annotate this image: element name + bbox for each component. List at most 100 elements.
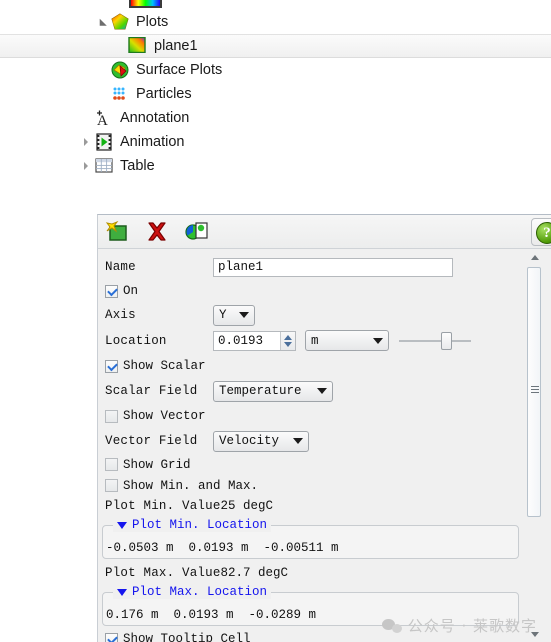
vector-field-select[interactable]: Velocity	[213, 430, 309, 452]
show-min-max-row: Show Min. and Max.	[98, 475, 525, 496]
axis-label: Axis	[105, 308, 136, 322]
tree-item-animation[interactable]: Animation	[0, 130, 551, 154]
plot-max-value-row: Plot Max. Value 82.7 degC	[98, 563, 525, 582]
plot-min-value: 25 degC	[220, 498, 274, 513]
plot-min-location-group: Plot Min. Location -0.0503 m 0.0193 m -0…	[102, 518, 519, 559]
scroll-down-icon[interactable]	[526, 627, 543, 642]
on-checkbox[interactable]	[105, 284, 118, 298]
location-stepper[interactable]: 0.0193	[213, 330, 296, 351]
triangle-down-icon	[117, 521, 127, 529]
scroll-up-icon[interactable]	[526, 249, 543, 265]
tree-item-label: plane1	[154, 38, 198, 54]
location-spinner-arrows[interactable]	[280, 331, 295, 350]
tree-item-particles[interactable]: Particles	[0, 82, 551, 106]
vector-field-value: Velocity	[219, 434, 280, 448]
tree-item-label: Animation	[120, 134, 185, 150]
plot-max-location-title: Plot Max. Location	[132, 585, 268, 599]
chevron-down-icon	[293, 438, 303, 444]
triangle-down-icon	[117, 588, 127, 596]
plot-min-location-toggle[interactable]: Plot Min. Location	[113, 518, 272, 532]
surface-plots-icon	[110, 61, 130, 79]
plot-max-location-group: Plot Max. Location 0.176 m 0.0193 m -0.0…	[102, 585, 519, 626]
tree-item-annotation[interactable]: A Annotation	[0, 106, 551, 130]
tree-item-label: Particles	[136, 86, 192, 102]
properties-toolbar: ?	[98, 215, 551, 249]
properties-vertical-scrollbar[interactable]	[526, 249, 543, 642]
name-row: Name plane1	[98, 255, 525, 279]
properties-panel: ? Name plane1 On Axis Y Location 0.0193 …	[97, 214, 551, 642]
show-vector-label: Show Vector	[123, 409, 206, 423]
slider-thumb[interactable]	[441, 331, 452, 350]
show-scalar-label: Show Scalar	[123, 359, 206, 373]
tree-item-label: Surface Plots	[136, 62, 223, 78]
on-row: On	[98, 279, 525, 303]
scrollbar-thumb[interactable]	[527, 267, 541, 517]
animation-icon	[94, 133, 114, 151]
location-row: Location 0.0193 m	[98, 327, 525, 354]
plot-min-location-title: Plot Min. Location	[132, 518, 268, 532]
tree-item-plots[interactable]: Plots	[0, 10, 551, 34]
colorbar-partial-icon	[129, 0, 162, 8]
new-plot-icon[interactable]	[104, 219, 130, 245]
help-icon: ?	[536, 222, 551, 244]
chevron-down-icon	[373, 337, 383, 344]
show-vector-row: Show Vector	[98, 404, 525, 428]
svg-text:A: A	[97, 113, 108, 127]
location-unit-select[interactable]: m	[305, 330, 389, 351]
chevron-right-icon[interactable]	[80, 135, 94, 149]
copy-plot-icon[interactable]	[184, 219, 210, 245]
chevron-right-icon[interactable]	[80, 159, 94, 173]
help-button[interactable]: ?	[531, 218, 551, 246]
chevron-down-icon	[239, 312, 249, 318]
tree-item-plane1[interactable]: plane1	[0, 34, 551, 58]
plot-max-location-value: 0.176 m 0.0193 m -0.0289 m	[106, 608, 317, 622]
tree-item-label: Plots	[136, 14, 169, 30]
show-scalar-row: Show Scalar	[98, 354, 525, 378]
show-scalar-checkbox[interactable]	[105, 359, 118, 373]
show-vector-checkbox[interactable]	[105, 409, 118, 423]
particles-icon	[110, 85, 130, 103]
name-label: Name	[105, 260, 136, 274]
show-tooltip-cell-label: Show Tooltip Cell	[123, 632, 251, 642]
show-min-and-max-label: Show Min. and Max.	[123, 478, 259, 493]
plot-min-location-value: -0.0503 m 0.0193 m -0.00511 m	[106, 541, 339, 555]
location-input[interactable]: 0.0193	[214, 332, 280, 350]
on-label: On	[123, 284, 139, 298]
delete-plot-icon[interactable]	[144, 219, 170, 245]
vector-field-row: Vector Field Velocity	[98, 428, 525, 454]
model-tree[interactable]: Plots plane1 Surface Plots Particles A A…	[0, 0, 551, 186]
plot-min-value-row: Plot Min. Value 25 degC	[98, 496, 525, 515]
show-min-and-max-checkbox[interactable]	[105, 479, 118, 492]
slider-track	[399, 339, 471, 342]
vector-field-label: Vector Field	[105, 434, 198, 448]
show-grid-row: Show Grid	[98, 454, 525, 475]
scrollbar-grip-icon	[531, 386, 539, 394]
tree-item-surface-plots[interactable]: Surface Plots	[0, 58, 551, 82]
scalar-field-select[interactable]: Temperature	[213, 380, 333, 402]
table-icon	[94, 157, 114, 175]
axis-value: Y	[219, 308, 227, 322]
properties-scroll-pane: Name plane1 On Axis Y Location 0.0193 m …	[98, 249, 525, 642]
plot-properties-form: Name plane1 On Axis Y Location 0.0193 m …	[98, 249, 551, 642]
name-input[interactable]: plane1	[213, 257, 453, 277]
app-root: Plots plane1 Surface Plots Particles A A…	[0, 0, 551, 642]
axis-row: Axis Y	[98, 303, 525, 327]
plot-min-value-label: Plot Min. Value	[105, 498, 221, 513]
tree-item-label: Table	[120, 158, 155, 174]
scalar-field-row: Scalar Field Temperature	[98, 378, 525, 404]
show-grid-checkbox[interactable]	[105, 458, 118, 471]
chevron-down-icon[interactable]	[96, 15, 110, 29]
show-tooltip-cell-row: Show Tooltip Cell	[98, 630, 525, 642]
axis-select[interactable]: Y	[213, 304, 255, 326]
annotation-icon: A	[94, 109, 114, 129]
tree-item-table[interactable]: Table	[0, 154, 551, 178]
show-grid-label: Show Grid	[123, 457, 191, 472]
location-label: Location	[105, 333, 167, 348]
show-tooltip-cell-checkbox[interactable]	[105, 632, 118, 642]
plots-icon	[110, 13, 130, 31]
scalar-field-value: Temperature	[219, 384, 302, 398]
chevron-down-icon	[317, 388, 327, 394]
location-slider[interactable]	[399, 331, 471, 351]
plot-max-value: 82.7 degC	[220, 565, 289, 580]
plot-max-location-toggle[interactable]: Plot Max. Location	[113, 585, 272, 599]
